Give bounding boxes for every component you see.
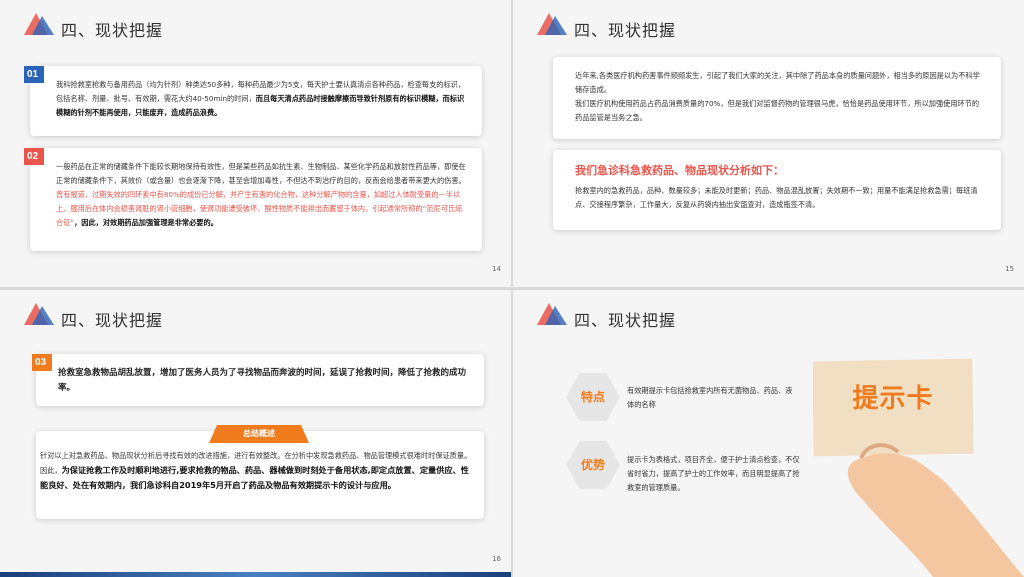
- item-text: 抢救室急救物品胡乱放置，增加了医务人员为了寻找物品而奔波的时间，延误了抢救时间，…: [58, 368, 467, 393]
- advantage-text: 提示卡为表格式，项目齐全，便于护士清点检查，不仅省时省力，提高了护士的工作效率，…: [627, 455, 800, 492]
- item-card-03: 03 抢救室急救物品胡乱放置，增加了医务人员为了寻找物品而奔波的时间，延误了抢救…: [32, 354, 484, 406]
- intro-card: 近年来,各类医疗机构药害事件频频发生，引起了我们大家的关注，其中除了药品本身的质…: [553, 57, 1001, 139]
- page-number: 14: [492, 265, 501, 273]
- summary-text: 针对以上对急救药品、物品现状分析后寻找有效的改进措施，进行有效整改。在分析中发现…: [40, 449, 476, 493]
- intro-paragraph-1: 近年来,各类医疗机构药害事件频频发生，引起了我们大家的关注，其中除了药品本身的质…: [575, 71, 980, 94]
- slide-14: 四、现状把握 01 我科抢救室抢救与备用药品（均为针剂）种类达50多种，每种药品…: [0, 0, 511, 287]
- triangle-logo-icon: [537, 13, 567, 35]
- summary-tab: 总结概述: [209, 425, 309, 443]
- item-number-badge: 03: [32, 354, 52, 371]
- analysis-text: 抢救室内的急救药品，品种、数量较多；未能及时更新；药品、物品混乱放置；失效期不一…: [575, 186, 978, 209]
- triangle-logo-icon: [24, 303, 54, 325]
- item-text-bold: ，因此，对效期药品加强管理是非常必要的。: [74, 218, 218, 227]
- slide-title: 四、现状把握: [61, 311, 164, 330]
- intro-text: 近年来,各类医疗机构药害事件频频发生，引起了我们大家的关注，其中除了药品本身的质…: [575, 69, 983, 125]
- item-text: 我科抢救室抢救与备用药品（均为针剂）种类达50多种，每种药品最少为5支，每天护士…: [56, 78, 466, 120]
- slide-16: 四、现状把握 03 抢救室急救物品胡乱放置，增加了医务人员为了寻找物品而奔波的时…: [0, 290, 511, 577]
- page-number: 16: [492, 555, 501, 563]
- analysis-title: 我们急诊科急救药品、物品现状分析如下：: [575, 164, 784, 177]
- feature-text: 有效期提示卡包括抢救室内所有无菌物品、药品、液体的名称: [627, 386, 793, 409]
- slide-17: 四、现状把握 特点 有效期提示卡包括抢救室内所有无菌物品、药品、液体的名称 优势…: [513, 290, 1024, 577]
- summary-card: 总结概述 针对以上对急救药品、物品现状分析后寻找有效的改进措施，进行有效整改。在…: [36, 425, 484, 519]
- summary-text-bold: 为保证抢救工作及时顺利地进行,要求抢救的物品、药品、器械做到时刻处于备用状态,即…: [40, 465, 469, 490]
- analysis-card: 我们急诊科急救药品、物品现状分析如下： 抢救室内的急救药品，品种、数量较多；未能…: [553, 150, 1001, 230]
- card-text: 提示卡: [852, 384, 934, 414]
- advantage-label: 优势: [580, 458, 605, 472]
- feature-hexagon: 特点: [566, 373, 620, 421]
- slide-title: 四、现状把握: [61, 21, 164, 40]
- bottom-decoration-bar: [0, 572, 511, 577]
- triangle-logo-icon: [24, 13, 54, 35]
- item-text-normal: 一般药品在正常的储藏条件下能较长期地保持有效性，但是某些药品如抗生素、生物制品、…: [56, 162, 466, 185]
- page-number: 15: [1005, 265, 1014, 273]
- slide-15: 四、现状把握 近年来,各类医疗机构药害事件频频发生，引起了我们大家的关注，其中除…: [513, 0, 1024, 287]
- slide-title: 四、现状把握: [574, 21, 677, 40]
- slide-title: 四、现状把握: [574, 311, 677, 330]
- item-number-badge: 01: [24, 66, 44, 83]
- item-card-01: 01 我科抢救室抢救与备用药品（均为针剂）种类达50多种，每种药品最少为5支，每…: [24, 66, 482, 136]
- advantage-hexagon: 优势: [566, 441, 620, 489]
- item-text: 一般药品在正常的储藏条件下能较长期地保持有效性，但是某些药品如抗生素、生物制品、…: [56, 160, 466, 230]
- triangle-logo-icon: [537, 303, 567, 325]
- intro-paragraph-2: 我们医疗机构使用药品占药品消费质量的70%，但是我们对监督药物的管理很马虎，恰恰…: [575, 99, 980, 122]
- item-card-02: 02 一般药品在正常的储藏条件下能较长期地保持有效性，但是某些药品如抗生素、生物…: [24, 148, 482, 251]
- feature-label: 特点: [580, 390, 605, 404]
- item-number-badge: 02: [24, 148, 44, 165]
